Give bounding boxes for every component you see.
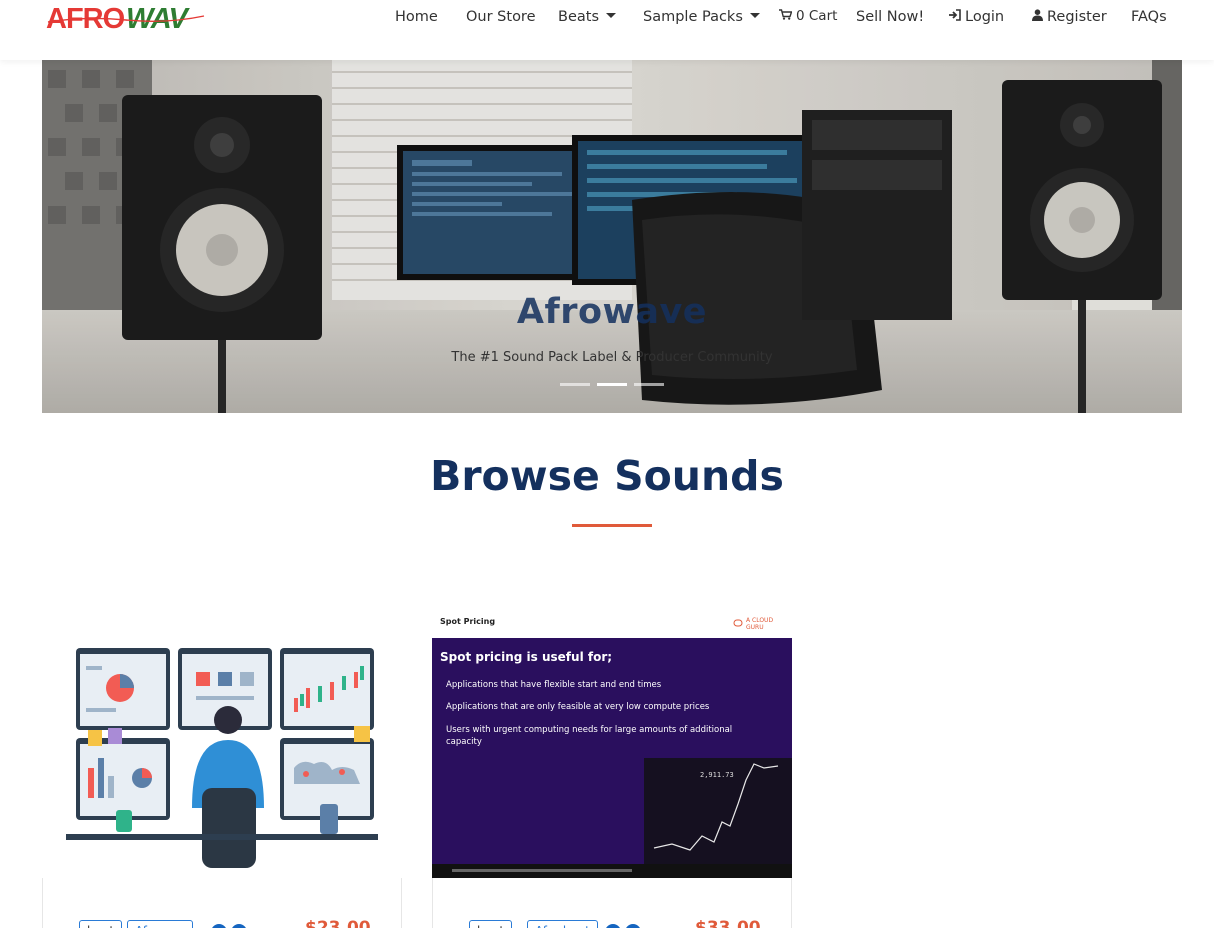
dashboard-illustration (42, 608, 402, 878)
slide-brand: A CLOUD GURU (746, 617, 774, 631)
stop-icon (231, 924, 247, 928)
hero-title: Afrowave (516, 292, 708, 332)
hero-subtitle: The #1 Sound Pack Label & Producer Commu… (451, 350, 773, 365)
slide-bullet-2: Applications that are only feasible at v… (446, 702, 710, 712)
slide-subheading: Spot pricing is useful for; (440, 650, 613, 664)
nav-cart[interactable]: 0 Cart (779, 5, 837, 27)
navbar: AFRO WAV Home Our Store Beats Sample Pac… (0, 0, 1214, 60)
play-button[interactable] (605, 924, 621, 928)
nav-sample-packs-dropdown[interactable]: Sample Packs (643, 6, 760, 28)
play-icon (605, 924, 621, 928)
browse-sounds-title: Browse Sounds (430, 452, 784, 500)
product-thumbnail-2[interactable]: Spot Pricing A CLOUD GURU Spot pricing i… (432, 608, 792, 878)
carousel-indicator-1[interactable] (560, 383, 590, 386)
nav-our-store[interactable]: Our Store (466, 6, 536, 28)
chart-value: 2,911.73 (700, 771, 734, 779)
chevron-down-icon (749, 13, 760, 18)
tag-genre[interactable]: Afro beat (527, 920, 598, 928)
afrowav-logo[interactable]: AFRO WAV (46, 2, 206, 36)
product-card-2[interactable]: Spot Pricing A CLOUD GURU Spot pricing i… (432, 608, 792, 928)
tag-beat[interactable]: beat (79, 920, 123, 928)
sign-in-icon (948, 7, 961, 29)
nav-beats-label: Beats (558, 9, 599, 25)
nav-sell-now[interactable]: Sell Now! (856, 6, 924, 28)
play-button[interactable] (211, 924, 227, 928)
title-underline (572, 524, 652, 527)
product-thumbnail-1[interactable] (42, 608, 402, 878)
nav-register[interactable]: Register (1032, 6, 1107, 28)
stop-icon (625, 924, 641, 928)
stop-button[interactable] (625, 924, 641, 928)
product-card-body-1: beat Afro pop $23.00 (42, 878, 402, 928)
nav-faqs[interactable]: FAQs (1131, 6, 1167, 28)
nav-sample-packs-label: Sample Packs (643, 9, 743, 25)
cart-icon (779, 6, 793, 28)
play-icon (211, 924, 227, 928)
nav-beats-dropdown[interactable]: Beats (558, 6, 616, 28)
chevron-down-icon (606, 13, 616, 18)
slide-bullet-1: Applications that have flexible start an… (446, 680, 662, 690)
product-card-body-2: beat Afro beat $33.00 (432, 878, 792, 928)
nav-cart-label: 0 Cart (796, 8, 838, 24)
product-card-1[interactable]: beat Afro pop $23.00 (42, 608, 402, 928)
hero-carousel: Afrowave The #1 Sound Pack Label & Produ… (42, 60, 1182, 413)
stop-button[interactable] (231, 924, 247, 928)
user-icon (1032, 7, 1043, 29)
logo-swoosh-icon (47, 15, 205, 23)
slide-heading: Spot Pricing (440, 617, 496, 626)
tag-genre[interactable]: Afro pop (127, 920, 194, 928)
product-price: $23.00 (305, 918, 371, 928)
nav-register-label: Register (1047, 9, 1107, 25)
product-price: $33.00 (695, 918, 761, 928)
carousel-indicator-3[interactable] (634, 383, 664, 386)
slide-bullet-3: Users with urgent computing needs for la… (446, 725, 733, 747)
nav-login-label: Login (965, 9, 1005, 25)
carousel-indicator-2[interactable] (597, 383, 627, 386)
nav-login[interactable]: Login (948, 6, 1004, 28)
nav-home[interactable]: Home (395, 6, 438, 28)
tag-beat[interactable]: beat (469, 920, 513, 928)
